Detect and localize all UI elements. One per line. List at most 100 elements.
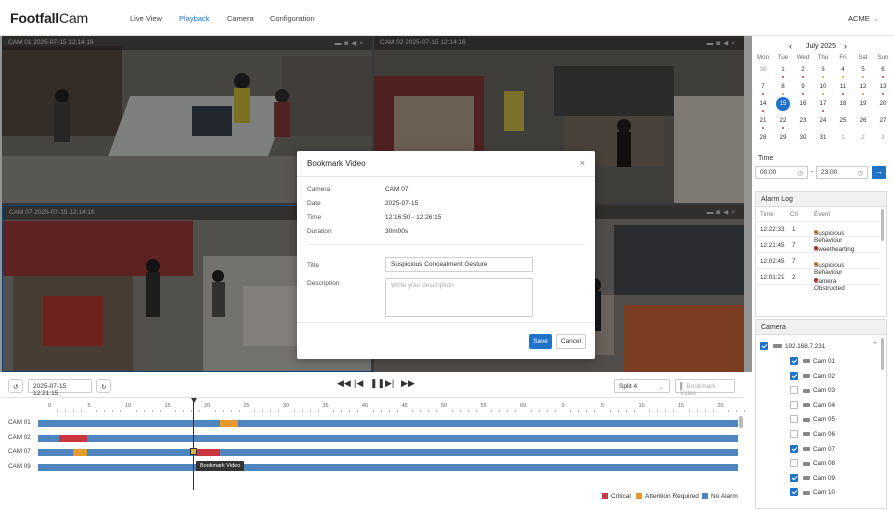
timeline[interactable]: 0 5 10 15 20 25 30 35 40 45 50 55 60 0 5 10 15 20 CAM 01 C… [2, 398, 754, 511]
calendar-day[interactable]: 30 [793, 134, 813, 141]
pause-icon[interactable]: ❚❚ [370, 378, 385, 389]
camera-list-item[interactable]: Cam 01 [803, 358, 835, 365]
timeline-track[interactable] [38, 420, 738, 427]
alarm-log-row[interactable]: 12:22:33 1 Suspicious Behaviour [756, 222, 880, 244]
save-button[interactable]: Save [529, 334, 552, 349]
camera-checkbox[interactable] [790, 357, 798, 365]
nav-playback[interactable]: Playback [179, 14, 209, 23]
user-menu[interactable]: ACME ⌄ [848, 14, 879, 23]
calendar-day[interactable]: 3 [813, 66, 833, 78]
playhead[interactable] [193, 400, 194, 490]
calendar-day[interactable]: 18 [833, 100, 853, 107]
calendar-day[interactable]: 12 [853, 83, 873, 95]
calendar-day[interactable]: 26 [853, 117, 873, 124]
calendar-day[interactable]: 8 [773, 83, 793, 95]
camera-list-item[interactable]: Cam 08 [803, 460, 835, 467]
camera-list-item[interactable]: Cam 07 [803, 446, 835, 453]
camera-checkbox[interactable] [790, 444, 798, 453]
calendar-day[interactable]: 30 [753, 66, 773, 73]
calendar-day[interactable]: 25 [833, 117, 853, 124]
playhead-marker-icon[interactable] [191, 398, 197, 403]
calendar-day-selected[interactable]: 15 [776, 97, 790, 111]
nav-configuration[interactable]: Configuration [270, 14, 315, 23]
timeline-track[interactable] [38, 449, 738, 456]
nvr-checkbox[interactable] [760, 342, 768, 350]
calendar-day[interactable]: 2 [793, 66, 813, 78]
bookmark-video-button[interactable]: ▌ Bookmark Video [675, 379, 735, 397]
time-from-field[interactable]: 00:00 ◷ [755, 166, 808, 179]
timeline-segment[interactable] [195, 449, 220, 456]
sync-icon[interactable]: ↻ [96, 379, 111, 393]
cancel-button[interactable]: Cancel [556, 334, 586, 349]
camera-checkbox[interactable] [790, 459, 798, 468]
chevron-up-icon[interactable]: ⌃ [872, 341, 878, 349]
camera-list-item[interactable]: Cam 06 [803, 431, 835, 438]
nav-live-view[interactable]: Live View [130, 14, 162, 23]
camera-list-item[interactable]: Cam 05 [803, 416, 835, 423]
bookmark-marker[interactable] [190, 448, 197, 455]
camera-list-scrollbar[interactable] [881, 338, 884, 370]
calendar-day[interactable]: 1 [833, 134, 853, 141]
step-forward-icon[interactable]: ▶| [385, 378, 394, 389]
reset-icon[interactable]: ↺ [8, 379, 23, 393]
calendar-day[interactable]: 16 [793, 100, 813, 107]
calendar-day[interactable]: 13 [873, 83, 893, 95]
rewind-icon[interactable]: ◀◀ [337, 378, 351, 389]
camera-checkbox[interactable] [790, 386, 798, 395]
camera-list-item[interactable]: Cam 03 [803, 387, 835, 394]
camera-checkbox[interactable] [790, 415, 798, 424]
nav-camera[interactable]: Camera [227, 14, 254, 23]
camera-checkbox[interactable] [790, 488, 798, 497]
datetime-field[interactable]: 2025-07-15 12:21:15 [28, 379, 92, 397]
camera-checkbox[interactable] [790, 473, 798, 482]
alarm-log-row[interactable]: 12:01:21 2 Camera Obstructed [756, 270, 880, 292]
apply-time-button[interactable]: → [872, 166, 886, 179]
calendar-day[interactable]: 21 [753, 117, 773, 129]
timeline-track[interactable] [38, 463, 738, 471]
calendar-day[interactable]: 28 [753, 134, 773, 141]
camera-checkbox[interactable] [790, 400, 798, 409]
calendar-day[interactable]: 10 [813, 83, 833, 95]
alarm-log-row[interactable]: 12:02:45 7 Suspicious Behaviour [756, 254, 880, 276]
camera-list-item[interactable]: Cam 10 [803, 489, 835, 496]
calendar-day[interactable]: 20 [873, 100, 893, 107]
alarm-log-scrollbar[interactable] [881, 209, 884, 241]
calendar-day[interactable]: 31 [813, 134, 833, 141]
timeline-scrollbar[interactable] [739, 416, 743, 428]
description-textarea[interactable]: Write your description [385, 278, 533, 317]
camera-checkbox[interactable] [790, 371, 798, 380]
camera-list-item[interactable]: Cam 09 [803, 475, 835, 482]
fast-forward-icon[interactable]: ▶▶ [401, 378, 415, 389]
title-input[interactable]: Suspicious Concealment Gesture [385, 257, 533, 272]
step-back-icon[interactable]: |◀ [354, 378, 363, 389]
close-icon[interactable]: × [580, 158, 585, 168]
calendar-day[interactable]: 9 [793, 83, 813, 95]
chevron-left-icon[interactable]: ‹ [789, 41, 792, 51]
timeline-segment[interactable] [73, 449, 87, 456]
camera-list-item[interactable]: Cam 04 [803, 402, 835, 409]
calendar-day[interactable]: 17 [813, 100, 833, 112]
time-to-field[interactable]: 23:00 ◷ [816, 166, 868, 179]
calendar-day[interactable]: 3 [873, 134, 893, 141]
calendar-day[interactable]: 2 [853, 134, 873, 141]
timeline-segment[interactable] [59, 434, 87, 442]
calendar-day[interactable]: 14 [753, 100, 773, 112]
timeline-segment[interactable] [220, 420, 238, 427]
app-logo[interactable]: FootfallCam [10, 10, 88, 26]
camera-list-item[interactable]: Cam 02 [803, 373, 835, 380]
calendar-day[interactable]: 22 [773, 117, 793, 129]
calendar-day[interactable]: 24 [813, 117, 833, 124]
timeline-track[interactable] [38, 434, 738, 442]
split-select[interactable]: Split 4 ⌄ [614, 379, 670, 393]
calendar-day[interactable]: 19 [853, 100, 873, 107]
calendar-day[interactable]: 27 [873, 117, 893, 124]
calendar-day[interactable]: 5 [853, 66, 873, 78]
calendar-day[interactable]: 7 [753, 83, 773, 95]
calendar-day[interactable]: 4 [833, 66, 853, 78]
chevron-right-icon[interactable]: › [844, 41, 847, 51]
calendar-day[interactable]: 6 [873, 66, 893, 78]
alarm-log-row[interactable]: 12:21:45 7 Sweethearting [756, 238, 880, 253]
calendar-day[interactable]: 23 [793, 117, 813, 124]
calendar-day[interactable]: 1 [773, 66, 793, 78]
camera-checkbox[interactable] [790, 430, 798, 438]
